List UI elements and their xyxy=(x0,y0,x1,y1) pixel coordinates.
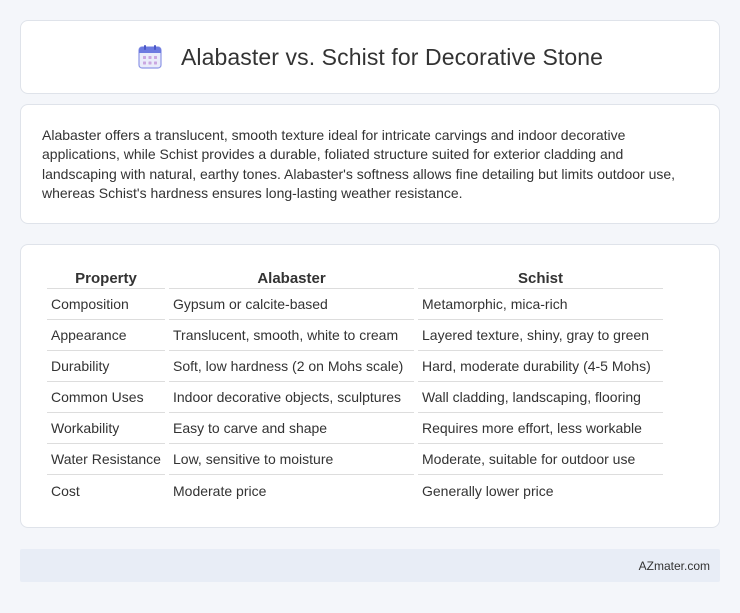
calendar-icon xyxy=(137,44,163,70)
table-header-row: Property Alabaster Schist xyxy=(47,265,663,289)
column-header-alabaster: Alabaster xyxy=(169,265,414,289)
table-row: Appearance Translucent, smooth, white to… xyxy=(47,320,663,351)
property-cell: Durability xyxy=(47,351,165,382)
intro-paragraph: Alabaster offers a translucent, smooth t… xyxy=(42,127,676,202)
table-row: Workability Easy to carve and shape Requ… xyxy=(47,413,663,444)
schist-cell: Metamorphic, mica-rich xyxy=(418,289,663,320)
comparison-table: Property Alabaster Schist Composition Gy… xyxy=(43,265,667,506)
title-card: Alabaster vs. Schist for Decorative Ston… xyxy=(20,20,720,94)
property-cell: Common Uses xyxy=(47,382,165,413)
table-row: Common Uses Indoor decorative objects, s… xyxy=(47,382,663,413)
table-row: Cost Moderate price Generally lower pric… xyxy=(47,475,663,506)
schist-cell: Layered texture, shiny, gray to green xyxy=(418,320,663,351)
alabaster-cell: Soft, low hardness (2 on Mohs scale) xyxy=(169,351,414,382)
schist-cell: Generally lower price xyxy=(422,482,554,499)
alabaster-cell: Easy to carve and shape xyxy=(169,413,414,444)
property-cell: Composition xyxy=(47,289,165,320)
schist-cell: Hard, moderate durability (4-5 Mohs) xyxy=(418,351,663,382)
footer-bar: AZmater.com xyxy=(20,549,720,582)
table-row: Durability Soft, low hardness (2 on Mohs… xyxy=(47,351,663,382)
intro-card: Alabaster offers a translucent, smooth t… xyxy=(20,104,720,224)
alabaster-cell: Low, sensitive to moisture xyxy=(169,444,414,475)
column-header-property: Property xyxy=(47,265,165,289)
schist-cell: Requires more effort, less workable xyxy=(418,413,663,444)
property-cell: Workability xyxy=(47,413,165,444)
footer-brand[interactable]: AZmater.com xyxy=(639,559,710,573)
table-row: Water Resistance Low, sensitive to moist… xyxy=(47,444,663,475)
alabaster-cell: Moderate price xyxy=(173,482,267,499)
alabaster-cell: Indoor decorative objects, sculptures xyxy=(169,382,414,413)
property-cell: Cost xyxy=(51,482,80,499)
page-title: Alabaster vs. Schist for Decorative Ston… xyxy=(180,43,604,70)
schist-cell: Moderate, suitable for outdoor use xyxy=(418,444,663,475)
property-cell: Water Resistance xyxy=(47,444,165,475)
comparison-card: Property Alabaster Schist Composition Gy… xyxy=(20,244,720,528)
alabaster-cell: Gypsum or calcite-based xyxy=(169,289,414,320)
schist-cell: Wall cladding, landscaping, flooring xyxy=(418,382,663,413)
column-header-schist: Schist xyxy=(418,265,663,289)
property-cell: Appearance xyxy=(47,320,165,351)
table-row: Composition Gypsum or calcite-based Meta… xyxy=(47,289,663,320)
alabaster-cell: Translucent, smooth, white to cream xyxy=(169,320,414,351)
